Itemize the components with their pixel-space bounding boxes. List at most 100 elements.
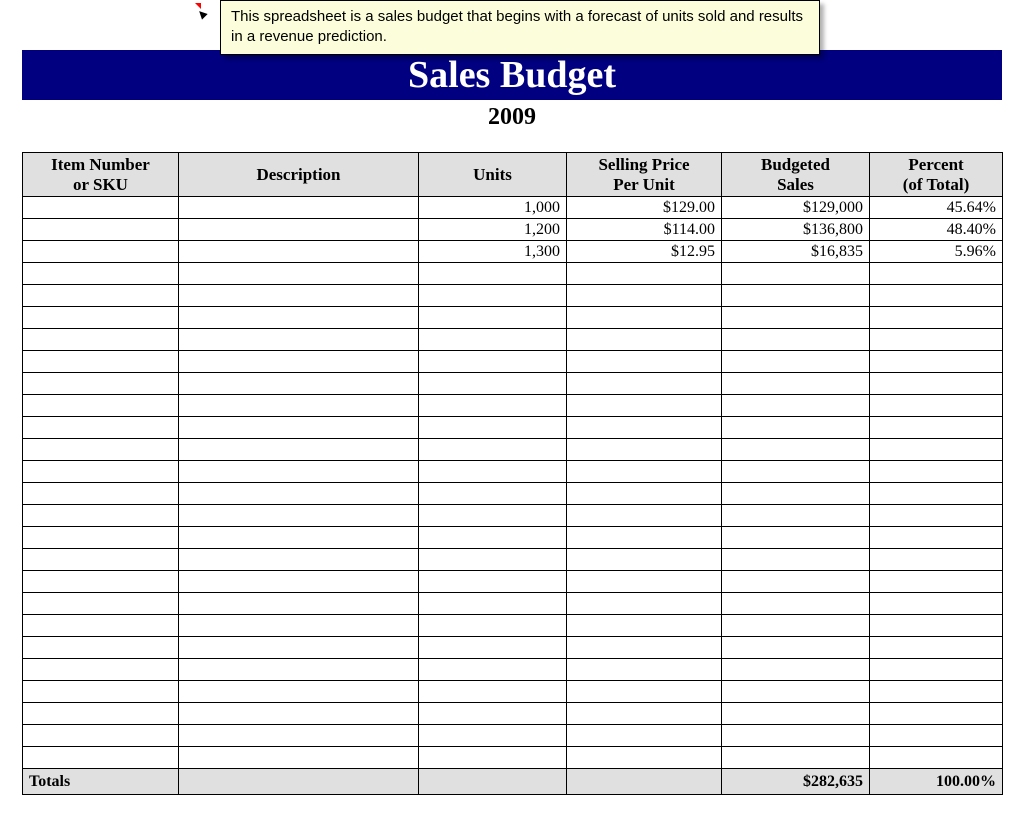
cell-sales[interactable] <box>722 307 870 329</box>
cell-sales[interactable] <box>722 725 870 747</box>
cell-pct[interactable] <box>870 329 1003 351</box>
cell-sku[interactable] <box>23 593 179 615</box>
cell-pct[interactable] <box>870 263 1003 285</box>
totals-price[interactable] <box>567 769 722 795</box>
cell-desc[interactable] <box>179 681 419 703</box>
cell-price[interactable] <box>567 439 722 461</box>
cell-units[interactable] <box>419 329 567 351</box>
cell-units[interactable] <box>419 417 567 439</box>
cell-units[interactable] <box>419 571 567 593</box>
cell-desc[interactable] <box>179 373 419 395</box>
cell-price[interactable] <box>567 549 722 571</box>
cell-pct[interactable] <box>870 681 1003 703</box>
cell-units[interactable] <box>419 527 567 549</box>
cell-desc[interactable] <box>179 549 419 571</box>
cell-price[interactable]: $114.00 <box>567 219 722 241</box>
cell-price[interactable] <box>567 747 722 769</box>
cell-pct[interactable] <box>870 527 1003 549</box>
cell-desc[interactable] <box>179 725 419 747</box>
cell-sku[interactable] <box>23 527 179 549</box>
cell-units[interactable] <box>419 659 567 681</box>
totals-label[interactable]: Totals <box>23 769 179 795</box>
cell-price[interactable] <box>567 329 722 351</box>
cell-desc[interactable] <box>179 659 419 681</box>
cell-sales[interactable] <box>722 703 870 725</box>
cell-desc[interactable] <box>179 307 419 329</box>
cell-sales[interactable] <box>722 747 870 769</box>
col-header-pct[interactable]: Percent(of Total) <box>870 153 1003 197</box>
cell-desc[interactable] <box>179 329 419 351</box>
cell-sales[interactable] <box>722 417 870 439</box>
cell-price[interactable] <box>567 395 722 417</box>
col-header-sales[interactable]: BudgetedSales <box>722 153 870 197</box>
cell-pct[interactable] <box>870 505 1003 527</box>
cell-sales[interactable] <box>722 637 870 659</box>
cell-units[interactable] <box>419 461 567 483</box>
cell-pct[interactable] <box>870 373 1003 395</box>
cell-price[interactable] <box>567 527 722 549</box>
cell-sales[interactable] <box>722 263 870 285</box>
cell-sku[interactable] <box>23 483 179 505</box>
cell-pct[interactable] <box>870 659 1003 681</box>
cell-pct[interactable] <box>870 747 1003 769</box>
cell-sku[interactable] <box>23 725 179 747</box>
cell-units[interactable] <box>419 615 567 637</box>
cell-pct[interactable] <box>870 395 1003 417</box>
cell-sales[interactable] <box>722 395 870 417</box>
cell-pct[interactable] <box>870 549 1003 571</box>
cell-units[interactable] <box>419 593 567 615</box>
col-header-sku[interactable]: Item Numberor SKU <box>23 153 179 197</box>
cell-desc[interactable] <box>179 197 419 219</box>
cell-sales[interactable] <box>722 681 870 703</box>
cell-units[interactable] <box>419 549 567 571</box>
cell-desc[interactable] <box>179 747 419 769</box>
cell-desc[interactable] <box>179 395 419 417</box>
cell-desc[interactable] <box>179 263 419 285</box>
cell-price[interactable] <box>567 351 722 373</box>
cell-sku[interactable] <box>23 681 179 703</box>
col-header-desc[interactable]: Description <box>179 153 419 197</box>
cell-price[interactable] <box>567 263 722 285</box>
cell-units[interactable] <box>419 637 567 659</box>
cell-sales[interactable] <box>722 439 870 461</box>
cell-pct[interactable]: 45.64% <box>870 197 1003 219</box>
cell-price[interactable] <box>567 593 722 615</box>
cell-sku[interactable] <box>23 505 179 527</box>
cell-sku[interactable] <box>23 747 179 769</box>
cell-desc[interactable] <box>179 615 419 637</box>
cell-sales[interactable] <box>722 285 870 307</box>
totals-desc[interactable] <box>179 769 419 795</box>
totals-pct[interactable]: 100.00% <box>870 769 1003 795</box>
cell-sku[interactable] <box>23 373 179 395</box>
cell-units[interactable] <box>419 747 567 769</box>
cell-desc[interactable] <box>179 703 419 725</box>
cell-pct[interactable] <box>870 703 1003 725</box>
cell-pct[interactable] <box>870 417 1003 439</box>
cell-sales[interactable] <box>722 571 870 593</box>
cell-pct[interactable] <box>870 615 1003 637</box>
cell-pct[interactable] <box>870 637 1003 659</box>
cell-price[interactable] <box>567 637 722 659</box>
cell-units[interactable] <box>419 373 567 395</box>
cell-price[interactable] <box>567 659 722 681</box>
cell-sku[interactable] <box>23 637 179 659</box>
cell-pct[interactable] <box>870 461 1003 483</box>
cell-units[interactable] <box>419 681 567 703</box>
cell-desc[interactable] <box>179 351 419 373</box>
cell-sku[interactable] <box>23 571 179 593</box>
col-header-price[interactable]: Selling PricePer Unit <box>567 153 722 197</box>
cell-sku[interactable] <box>23 395 179 417</box>
cell-pct[interactable] <box>870 593 1003 615</box>
totals-sales[interactable]: $282,635 <box>722 769 870 795</box>
cell-pct[interactable] <box>870 285 1003 307</box>
cell-sales[interactable] <box>722 373 870 395</box>
cell-desc[interactable] <box>179 527 419 549</box>
cell-units[interactable] <box>419 439 567 461</box>
cell-sales[interactable]: $16,835 <box>722 241 870 263</box>
cell-pct[interactable] <box>870 307 1003 329</box>
cell-pct[interactable] <box>870 351 1003 373</box>
cell-price[interactable] <box>567 461 722 483</box>
cell-desc[interactable] <box>179 483 419 505</box>
cell-price[interactable] <box>567 703 722 725</box>
cell-units[interactable] <box>419 307 567 329</box>
